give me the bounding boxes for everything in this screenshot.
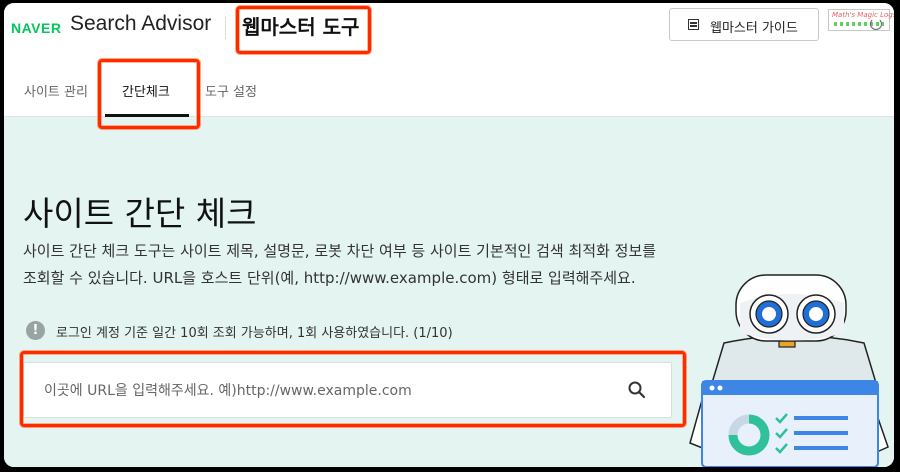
webmaster-guide-button[interactable]: 웹마스터 가이드 xyxy=(669,8,819,41)
exclamation-circle-icon: ! xyxy=(26,321,45,340)
header-divider xyxy=(225,17,226,39)
naver-logo[interactable]: NAVER xyxy=(11,20,61,36)
blog-logo-text: Math's Magic Logs xyxy=(832,11,894,19)
description-line-2: 조회할 수 있습니다. URL을 호스트 단위(예, http://www.ex… xyxy=(23,269,636,287)
tab-tool-settings[interactable]: 도구 설정 xyxy=(205,81,257,100)
list-document-icon xyxy=(688,19,699,30)
app-name[interactable]: Search Advisor xyxy=(70,12,211,36)
window-frame: NAVER Search Advisor 웹마스터 도구 웹마스터 가이드 Ma… xyxy=(4,3,894,467)
annotation-highlight-section-title xyxy=(236,6,371,54)
tab-site-management[interactable]: 사이트 관리 xyxy=(24,81,88,100)
annotation-highlight-simple-check-tab xyxy=(98,59,200,129)
refresh-icon[interactable] xyxy=(870,18,882,30)
description-line-1: 사이트 간단 체크 도구는 사이트 제목, 설명문, 로봇 차단 여부 등 사이… xyxy=(23,242,657,260)
usage-notice-text: 로그인 계정 기준 일간 10회 조회 가능하며, 1회 사용하였습니다. (1… xyxy=(56,326,453,341)
page-description: 사이트 간단 체크 도구는 사이트 제목, 설명문, 로봇 차단 여부 등 사이… xyxy=(23,238,703,292)
webmaster-guide-label: 웹마스터 가이드 xyxy=(710,21,798,36)
annotation-highlight-url-input xyxy=(20,351,686,427)
page-title: 사이트 간단 체크 xyxy=(23,194,257,234)
top-header: NAVER Search Advisor 웹마스터 도구 웹마스터 가이드 Ma… xyxy=(4,3,894,55)
